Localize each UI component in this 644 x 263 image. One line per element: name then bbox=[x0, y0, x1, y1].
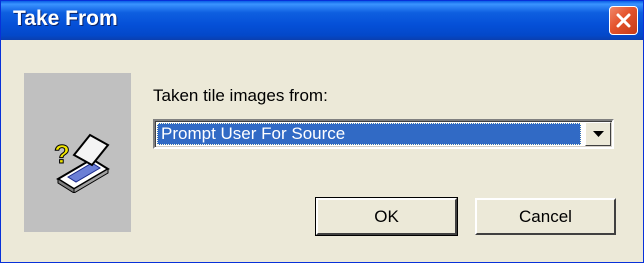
close-button[interactable] bbox=[609, 6, 638, 35]
window-title: Take From bbox=[13, 7, 118, 30]
image-panel: ? bbox=[24, 73, 131, 232]
cancel-button[interactable]: Cancel bbox=[475, 198, 616, 235]
source-label: Taken tile images from: bbox=[153, 86, 328, 105]
source-selected-value[interactable]: Prompt User For Source bbox=[157, 123, 581, 145]
dropdown-button[interactable] bbox=[585, 122, 611, 146]
take-from-dialog: Take From ? Taken tile images from: Prom… bbox=[0, 0, 644, 263]
chevron-down-icon bbox=[593, 131, 604, 137]
svg-text:?: ? bbox=[54, 139, 70, 169]
title-bar[interactable]: Take From bbox=[1, 1, 643, 40]
close-icon bbox=[616, 13, 631, 28]
source-dropdown[interactable]: Prompt User For Source bbox=[153, 119, 614, 149]
ok-button[interactable]: OK bbox=[315, 197, 458, 236]
scanner-question-icon: ? bbox=[54, 133, 110, 193]
